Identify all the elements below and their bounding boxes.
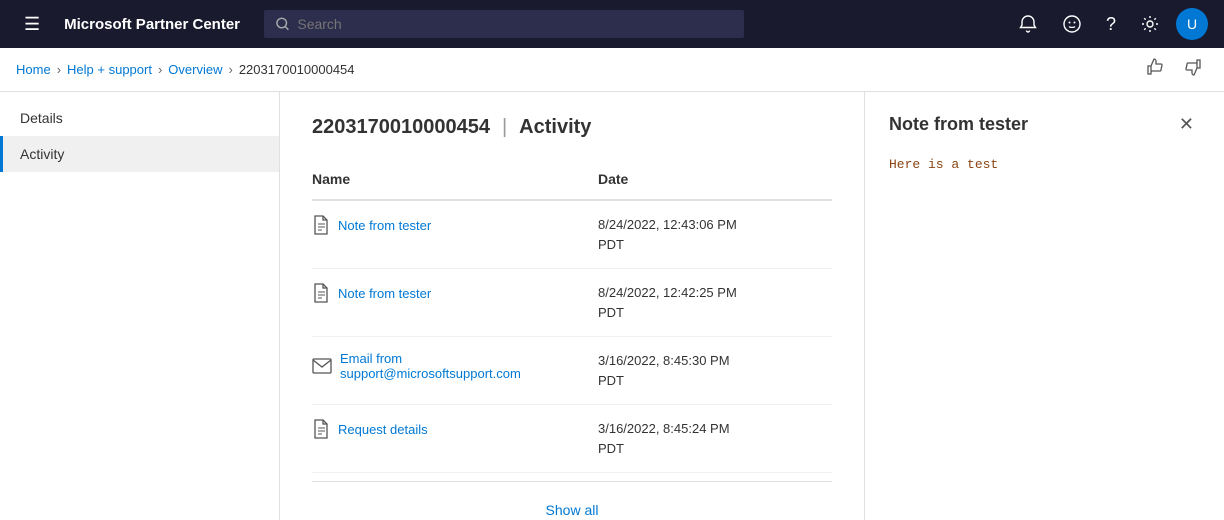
- file-icon: [312, 283, 330, 303]
- close-panel-button[interactable]: ✕: [1173, 112, 1200, 137]
- activity-date: 8/24/2022, 12:42:25 PMPDT: [598, 269, 832, 337]
- side-panel-title: Note from tester: [889, 114, 1028, 135]
- breadcrumb-sep-3: ›: [228, 62, 232, 77]
- page-title: 2203170010000454 | Activity: [312, 116, 832, 139]
- sidebar-item-activity[interactable]: Activity: [0, 136, 279, 172]
- sidebar-item-label-activity: Activity: [20, 146, 64, 162]
- table-row: Request details 3/16/2022, 8:45:24 PMPDT: [312, 405, 832, 473]
- main-layout: Details Activity 2203170010000454 | Acti…: [0, 92, 1224, 520]
- brand-title: Microsoft Partner Center: [64, 16, 240, 33]
- avatar-initials: U: [1187, 16, 1197, 32]
- thumbsup-button[interactable]: [1140, 56, 1170, 83]
- search-box: [264, 10, 744, 38]
- section-title: Activity: [519, 116, 591, 139]
- activity-link[interactable]: Email from support@microsoftsupport.com: [312, 351, 586, 381]
- breadcrumb-sep-1: ›: [57, 62, 61, 77]
- activity-link[interactable]: Note from tester: [312, 283, 586, 303]
- breadcrumb-sep-2: ›: [158, 62, 162, 77]
- activity-date: 3/16/2022, 8:45:24 PMPDT: [598, 405, 832, 473]
- activity-date: 8/24/2022, 12:43:06 PMPDT: [598, 200, 832, 269]
- search-input[interactable]: [297, 16, 732, 32]
- gear-icon: [1140, 14, 1160, 34]
- settings-button[interactable]: [1132, 8, 1168, 40]
- feedback-button[interactable]: [1054, 8, 1090, 40]
- avatar-button[interactable]: U: [1176, 8, 1208, 40]
- bell-icon: [1018, 14, 1038, 34]
- col-header-name: Name: [312, 163, 598, 200]
- help-button[interactable]: ?: [1098, 8, 1124, 41]
- smiley-icon: [1062, 14, 1082, 34]
- sidebar-item-label-details: Details: [20, 110, 63, 126]
- content-area: 2203170010000454 | Activity Name Date: [280, 92, 1224, 520]
- question-icon: ?: [1106, 14, 1116, 35]
- sidebar-item-details[interactable]: Details: [0, 100, 279, 136]
- show-all-container: Show all: [312, 481, 832, 520]
- activity-link[interactable]: Note from tester: [312, 215, 586, 235]
- hamburger-menu-button[interactable]: ☰: [16, 8, 48, 41]
- activity-link[interactable]: Request details: [312, 419, 586, 439]
- side-panel: Note from tester ✕ Here is a test: [864, 92, 1224, 520]
- breadcrumb-actions: [1140, 56, 1208, 83]
- activity-date: 3/16/2022, 8:45:30 PMPDT: [598, 337, 832, 405]
- col-header-date: Date: [598, 163, 832, 200]
- side-panel-header: Note from tester ✕: [889, 112, 1200, 137]
- email-icon: [312, 358, 332, 374]
- breadcrumb-current: 2203170010000454: [239, 62, 355, 77]
- file-icon: [312, 419, 330, 439]
- activity-table: Name Date Note from tester 8/24/2022, 12:…: [312, 163, 832, 473]
- thumbsdown-icon: [1184, 58, 1202, 76]
- hamburger-icon: ☰: [24, 14, 40, 35]
- notifications-button[interactable]: [1010, 8, 1046, 40]
- breadcrumb-overview[interactable]: Overview: [168, 62, 222, 77]
- thumbsdown-button[interactable]: [1178, 56, 1208, 83]
- side-panel-content: Here is a test: [889, 157, 1200, 172]
- thumbsup-icon: [1146, 58, 1164, 76]
- table-row: Note from tester 8/24/2022, 12:42:25 PMPD…: [312, 269, 832, 337]
- title-separator: |: [502, 116, 507, 139]
- table-row: Email from support@microsoftsupport.com 3…: [312, 337, 832, 405]
- close-icon: ✕: [1179, 114, 1194, 134]
- breadcrumb-home[interactable]: Home: [16, 62, 51, 77]
- file-icon: [312, 215, 330, 235]
- breadcrumb: Home › Help + support › Overview › 22031…: [0, 48, 1224, 92]
- nav-icons: ? U: [1010, 8, 1208, 41]
- ticket-id: 2203170010000454: [312, 116, 490, 139]
- sidebar: Details Activity: [0, 92, 280, 520]
- table-row: Note from tester 8/24/2022, 12:43:06 PMPD…: [312, 200, 832, 269]
- top-navigation: ☰ Microsoft Partner Center ?: [0, 0, 1224, 48]
- main-content: 2203170010000454 | Activity Name Date: [280, 92, 864, 520]
- search-icon: [276, 17, 289, 31]
- breadcrumb-help[interactable]: Help + support: [67, 62, 152, 77]
